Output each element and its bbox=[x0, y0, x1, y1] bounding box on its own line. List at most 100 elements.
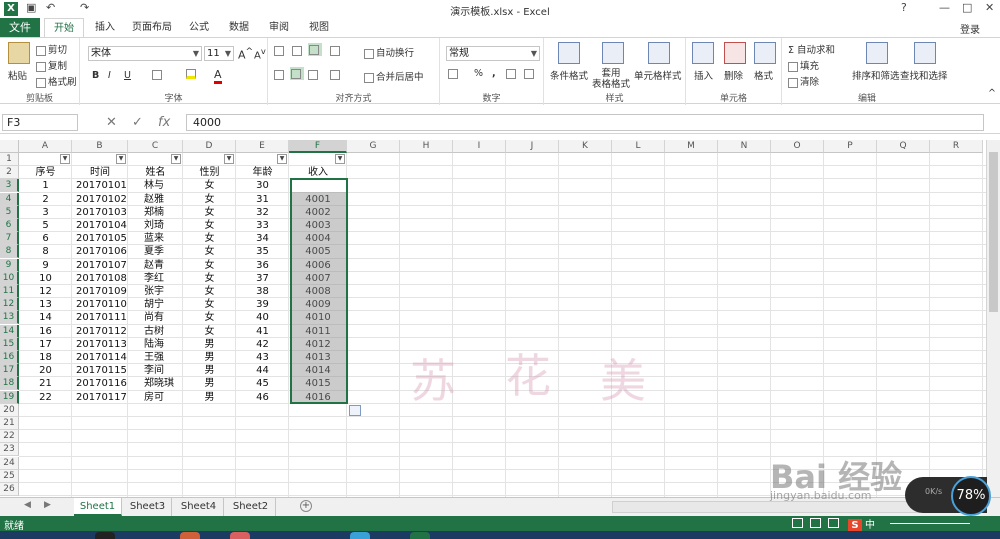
data-cell[interactable]: 37 bbox=[236, 272, 289, 285]
data-cell[interactable]: 20170116 bbox=[72, 377, 128, 390]
data-cell[interactable]: 女 bbox=[183, 259, 236, 272]
row-header[interactable]: 20 bbox=[0, 403, 19, 417]
zoom-slider[interactable] bbox=[890, 523, 970, 524]
column-header[interactable]: G bbox=[347, 140, 400, 153]
row-header[interactable]: 10 bbox=[0, 271, 19, 285]
spreadsheet-grid[interactable]: A B C D E F G H I J K L M N O P Q R 1 2 3 4 5 6 7 8 9 10 11 12 13 14 15 1… bbox=[0, 140, 986, 497]
header-cell[interactable]: 姓名 bbox=[128, 166, 183, 179]
row-header[interactable]: 23 bbox=[0, 443, 19, 457]
sort-filter-icon[interactable] bbox=[866, 42, 888, 64]
borders-button[interactable] bbox=[152, 69, 164, 80]
normal-view-icon[interactable] bbox=[792, 518, 803, 528]
filter-dropdown-icon[interactable]: ▼ bbox=[224, 154, 234, 164]
delete-cells-icon[interactable] bbox=[724, 42, 746, 64]
row-header[interactable]: 25 bbox=[0, 469, 19, 483]
conditional-format-button[interactable]: 条件格式 bbox=[550, 68, 588, 82]
font-size-select[interactable]: 11 ▼ bbox=[204, 46, 234, 61]
currency-button[interactable] bbox=[448, 68, 460, 79]
data-cell[interactable]: 20170111 bbox=[72, 311, 128, 324]
name-box[interactable]: F3 bbox=[2, 114, 78, 131]
align-right-button[interactable] bbox=[308, 69, 320, 80]
taskbar-app-icon[interactable] bbox=[95, 532, 115, 539]
data-cell[interactable]: 20170104 bbox=[72, 219, 128, 232]
column-header[interactable]: D bbox=[183, 140, 236, 153]
data-cell[interactable]: 女 bbox=[183, 206, 236, 219]
help-button[interactable]: ? bbox=[901, 1, 907, 14]
row-header[interactable]: 15 bbox=[0, 337, 19, 351]
sheet-tab[interactable]: Sheet2 bbox=[226, 498, 276, 516]
shrink-font-button[interactable]: Av bbox=[254, 46, 266, 61]
data-cell[interactable]: 6 bbox=[19, 232, 72, 245]
merge-center-button[interactable]: 合并后居中 bbox=[364, 69, 424, 83]
filter-dropdown-icon[interactable]: ▼ bbox=[60, 154, 70, 164]
filter-dropdown-icon[interactable]: ▼ bbox=[116, 154, 126, 164]
insert-function-icon[interactable]: fx bbox=[158, 115, 170, 130]
restore-button[interactable]: □ bbox=[962, 1, 972, 14]
data-cell[interactable]: 20170117 bbox=[72, 391, 128, 404]
data-cell[interactable]: 36 bbox=[236, 259, 289, 272]
sheet-next-icon[interactable]: ▶ bbox=[44, 500, 51, 510]
data-cell[interactable]: 10 bbox=[19, 272, 72, 285]
header-cell[interactable]: 序号 bbox=[19, 166, 72, 179]
data-cell[interactable]: 16 bbox=[19, 325, 72, 338]
decrease-decimal-button[interactable] bbox=[524, 68, 536, 79]
sort-filter-button[interactable]: 排序和筛选 bbox=[852, 68, 900, 82]
data-cell[interactable]: 女 bbox=[183, 298, 236, 311]
data-cell[interactable]: 女 bbox=[183, 179, 236, 192]
paste-button[interactable]: 粘贴 bbox=[8, 68, 27, 82]
sheet-tab[interactable]: Sheet4 bbox=[174, 498, 224, 516]
data-cell[interactable]: 女 bbox=[183, 232, 236, 245]
taskbar-app-icon[interactable] bbox=[230, 532, 250, 539]
header-cell[interactable]: 年龄 bbox=[236, 166, 289, 179]
sheet-tab[interactable]: Sheet1 bbox=[74, 498, 122, 516]
data-cell[interactable]: 3 bbox=[19, 206, 72, 219]
italic-button[interactable]: I bbox=[108, 70, 111, 81]
data-cell[interactable]: 胡宁 bbox=[128, 298, 183, 311]
data-cell[interactable]: 张宇 bbox=[128, 285, 183, 298]
enter-icon[interactable]: ✓ bbox=[132, 115, 143, 130]
data-cell[interactable]: 20170105 bbox=[72, 232, 128, 245]
row-header[interactable]: 4 bbox=[0, 192, 19, 206]
column-header[interactable]: B bbox=[72, 140, 128, 153]
data-cell[interactable]: 房可 bbox=[128, 391, 183, 404]
taskbar-excel-icon[interactable] bbox=[410, 532, 430, 539]
row-header[interactable]: 12 bbox=[0, 298, 19, 312]
data-cell[interactable]: 蓝来 bbox=[128, 232, 183, 245]
close-button[interactable]: ✕ bbox=[985, 1, 994, 14]
column-header[interactable]: I bbox=[453, 140, 506, 153]
row-header[interactable]: 6 bbox=[0, 219, 19, 232]
data-cell[interactable]: 陆海 bbox=[128, 338, 183, 351]
data-cell[interactable]: 女 bbox=[183, 193, 236, 206]
conditional-format-icon[interactable] bbox=[558, 42, 580, 64]
header-cell[interactable]: 时间 bbox=[72, 166, 128, 179]
align-bottom-button[interactable] bbox=[308, 43, 322, 56]
minimize-button[interactable]: — bbox=[939, 1, 950, 14]
binoculars-icon[interactable] bbox=[914, 42, 936, 64]
tab-page-layout[interactable]: 页面布局 bbox=[128, 18, 176, 37]
column-header[interactable]: O bbox=[771, 140, 824, 153]
speed-percent[interactable]: 78% bbox=[951, 476, 991, 516]
increase-decimal-button[interactable] bbox=[506, 68, 518, 79]
format-cells-icon[interactable] bbox=[754, 42, 776, 64]
column-header[interactable]: J bbox=[506, 140, 559, 153]
data-cell[interactable]: 38 bbox=[236, 285, 289, 298]
column-header[interactable]: E bbox=[236, 140, 289, 153]
delete-cells-button[interactable]: 删除 bbox=[724, 68, 743, 82]
data-cell[interactable]: 20170112 bbox=[72, 325, 128, 338]
data-cell[interactable]: 20170106 bbox=[72, 245, 128, 258]
select-all-corner[interactable] bbox=[0, 140, 19, 153]
data-cell[interactable]: 尚有 bbox=[128, 311, 183, 324]
selection-range[interactable] bbox=[290, 178, 348, 404]
data-cell[interactable]: 男 bbox=[183, 351, 236, 364]
number-format-select[interactable]: 常规 ▼ bbox=[446, 46, 540, 61]
row-header[interactable]: 24 bbox=[0, 456, 19, 470]
page-break-view-icon[interactable] bbox=[828, 518, 839, 528]
data-cell[interactable]: 女 bbox=[183, 325, 236, 338]
align-middle-button[interactable] bbox=[292, 45, 304, 56]
format-painter-button[interactable]: 格式刷 bbox=[36, 74, 77, 88]
data-cell[interactable]: 14 bbox=[19, 311, 72, 324]
data-cell[interactable]: 夏季 bbox=[128, 245, 183, 258]
data-cell[interactable]: 赵青 bbox=[128, 259, 183, 272]
data-cell[interactable]: 32 bbox=[236, 206, 289, 219]
data-cell[interactable]: 20170113 bbox=[72, 338, 128, 351]
